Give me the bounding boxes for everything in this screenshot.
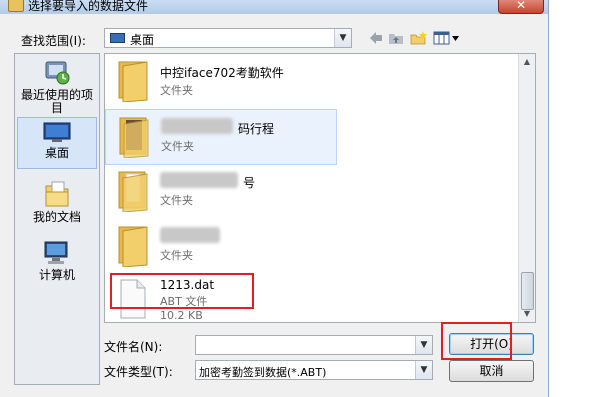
filetype-value: 加密考勤签到数据(*.ABT) — [199, 366, 327, 379]
view-menu-icon[interactable] — [433, 31, 461, 45]
list-item[interactable]: 中控iface702考勤软件 文件夹 — [105, 54, 345, 110]
chevron-down-icon[interactable]: ▼ — [334, 29, 351, 47]
redacted-text — [161, 118, 233, 134]
filename-input[interactable]: ▼ — [195, 335, 433, 355]
places-bar: 最近使用的项目 桌面 我的文档 计算机 — [14, 53, 100, 385]
filename-label: 文件名(N): — [104, 340, 163, 354]
lookin-value: 桌面 — [130, 33, 155, 47]
place-recent[interactable]: 最近使用的项目 — [17, 56, 97, 115]
close-button[interactable]: ✕ — [498, 0, 544, 14]
folder-icon — [118, 61, 148, 102]
scroll-thumb[interactable] — [521, 272, 534, 310]
place-documents[interactable]: 我的文档 — [17, 176, 97, 228]
list-item[interactable]: 号 文件夹 — [105, 164, 345, 220]
place-label: 计算机 — [38, 268, 75, 282]
place-label: 最近使用的项目 — [20, 88, 93, 115]
open-file-dialog: 选择要导入的数据文件 ✕ 查找范围(I): 桌面 ▼ 最近使用的项目 桌面 我的… — [0, 0, 549, 397]
file-name: 中控iface702考勤软件 — [160, 66, 284, 80]
back-arrow-icon[interactable] — [368, 31, 384, 45]
list-item[interactable]: 文件夹 — [105, 219, 345, 275]
place-label: 我的文档 — [32, 210, 81, 224]
app-icon — [8, 0, 24, 12]
filetype-dropdown[interactable]: 加密考勤签到数据(*.ABT) ▼ — [195, 360, 433, 380]
vertical-scrollbar[interactable]: ▲ ▼ — [518, 54, 535, 322]
filetype-label: 文件类型(T): — [104, 365, 173, 379]
folder-icon — [118, 226, 148, 267]
desktop-icon — [110, 33, 125, 43]
list-item[interactable]: 码行程 文件夹 — [105, 109, 337, 165]
folder-icon — [118, 171, 148, 212]
file-name: 码行程 — [238, 122, 275, 136]
folder-icon — [119, 117, 149, 158]
highlight-file-box — [110, 273, 254, 309]
place-label: 桌面 — [44, 146, 69, 160]
highlight-open-box — [441, 322, 512, 360]
desktop-icon — [43, 122, 71, 142]
computer-icon — [44, 241, 68, 264]
redacted-text — [160, 172, 238, 188]
recent-items-icon — [45, 61, 70, 85]
scroll-down-icon[interactable]: ▼ — [521, 308, 533, 320]
redacted-text — [160, 227, 220, 243]
file-size: 10.2 KB — [160, 309, 203, 322]
file-name: 号 — [243, 176, 256, 190]
chevron-down-icon[interactable]: ▼ — [415, 361, 432, 379]
new-folder-icon[interactable] — [410, 31, 428, 45]
lookin-label: 查找范围(I): — [21, 34, 86, 48]
place-computer[interactable]: 计算机 — [17, 236, 97, 288]
cancel-button[interactable]: 取消 — [449, 360, 534, 382]
file-type: 文件夹 — [160, 249, 193, 262]
file-type: 文件夹 — [160, 194, 193, 207]
title-bar: 选择要导入的数据文件 ✕ — [0, 0, 548, 14]
chevron-down-icon[interactable]: ▼ — [415, 336, 432, 354]
scroll-up-icon[interactable]: ▲ — [521, 56, 533, 68]
up-folder-icon[interactable] — [388, 31, 404, 45]
place-desktop[interactable]: 桌面 — [17, 117, 97, 169]
lookin-dropdown[interactable]: 桌面 ▼ — [104, 28, 352, 48]
documents-icon — [45, 181, 69, 207]
file-type: 文件夹 — [160, 84, 193, 97]
file-type: 文件夹 — [161, 140, 194, 153]
dialog-title: 选择要导入的数据文件 — [28, 0, 149, 13]
